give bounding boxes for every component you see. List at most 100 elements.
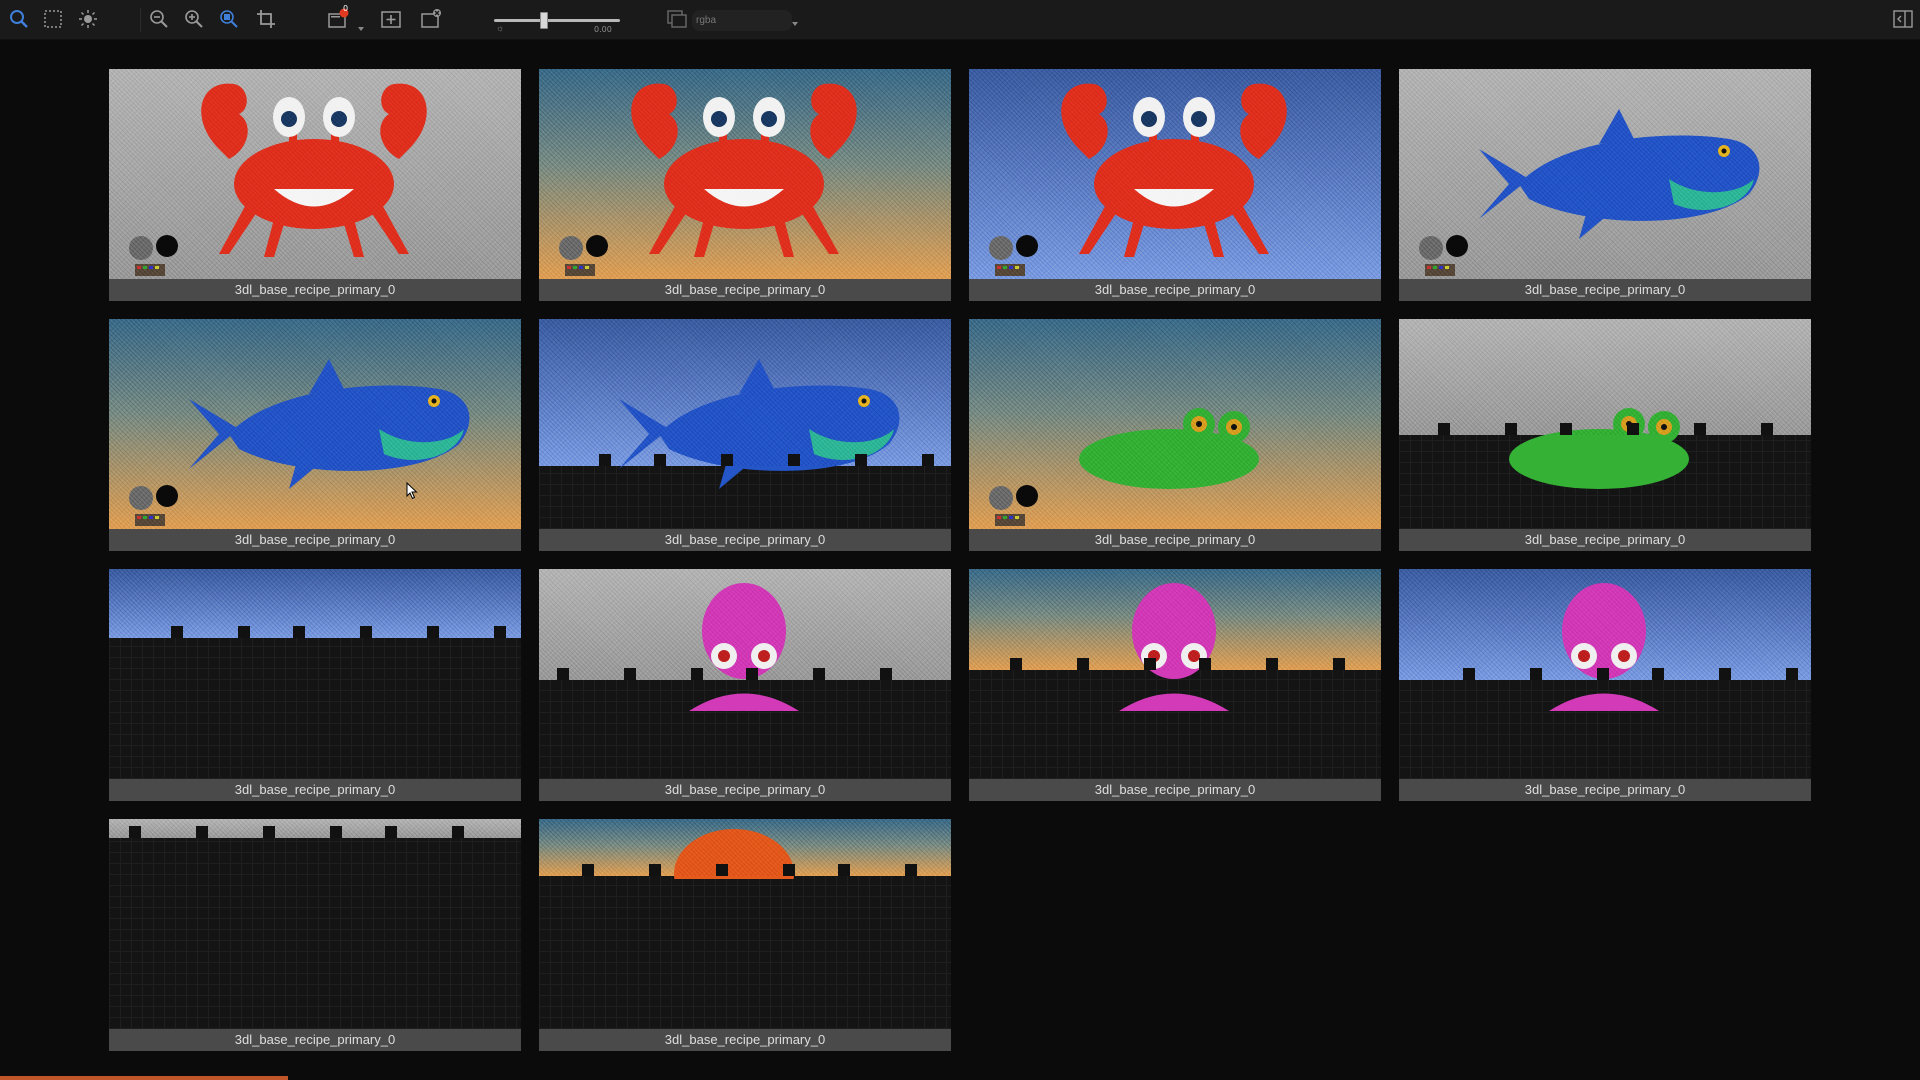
unrendered-bucket	[905, 864, 917, 876]
unrendered-bucket	[746, 668, 758, 680]
unrendered-bucket	[880, 668, 892, 680]
unrendered-bucket	[716, 864, 728, 876]
unrendered-bucket	[582, 864, 594, 876]
thumbnail-caption: 3dl_base_recipe_primary_0	[109, 279, 521, 301]
unrendered-bucket	[1530, 668, 1542, 680]
channel-layers-icon[interactable]	[666, 9, 690, 31]
unrendered-bucket	[1144, 658, 1156, 670]
unrendered-bucket	[691, 668, 703, 680]
render-thumbnail[interactable]: 3dl_base_recipe_primary_0	[539, 569, 951, 801]
notification-badge: 0	[343, 4, 349, 13]
panel-toggle-icon[interactable]	[1892, 8, 1914, 30]
exposure-slider-track[interactable]	[494, 19, 620, 22]
unrendered-bucket	[649, 864, 661, 876]
exposure-icon[interactable]	[75, 6, 101, 32]
render-preview-image	[969, 319, 1381, 529]
crop-icon[interactable]	[253, 6, 279, 32]
thumbnail-caption: 3dl_base_recipe_primary_0	[1399, 779, 1811, 801]
unrendered-bucket	[1652, 668, 1664, 680]
render-preview-image	[109, 69, 521, 279]
unrendered-bucket	[838, 864, 850, 876]
render-thumbnail[interactable]: 3dl_base_recipe_primary_0	[109, 319, 521, 551]
render-preview-image	[1399, 319, 1811, 489]
unrendered-bucket	[721, 454, 733, 466]
unrendered-bucket	[263, 826, 275, 838]
unrendered-bucket	[129, 826, 141, 838]
zoom-out-icon[interactable]	[146, 6, 172, 32]
unrendered-bucket	[1694, 423, 1706, 435]
render-preview-image	[539, 69, 951, 279]
render-thumbnail[interactable]: 3dl_base_recipe_primary_0	[539, 69, 951, 301]
zoom-tool-icon[interactable]	[6, 6, 32, 32]
render-progress-fill	[0, 1076, 288, 1080]
render-preview-image	[539, 569, 951, 711]
render-preview-image	[969, 69, 1381, 279]
unrendered-bucket	[1438, 423, 1450, 435]
thumbnail-caption: 3dl_base_recipe_primary_0	[109, 779, 521, 801]
marquee-select-icon[interactable]	[40, 6, 66, 32]
unrendered-bucket	[330, 826, 342, 838]
unrendered-bucket	[855, 454, 867, 466]
unrendered-bucket	[1463, 668, 1475, 680]
render-thumbnail[interactable]: 3dl_base_recipe_primary_0	[1399, 569, 1811, 801]
mouse-cursor-icon	[406, 482, 418, 500]
thumbnail-caption: 3dl_base_recipe_primary_0	[969, 529, 1381, 551]
render-thumbnail[interactable]: 3dl_base_recipe_primary_0	[109, 69, 521, 301]
unrendered-bucket	[385, 826, 397, 838]
render-thumbnail[interactable]: 3dl_base_recipe_primary_0	[109, 819, 521, 1051]
unrendered-bucket	[360, 626, 372, 638]
render-progress-bar	[0, 1076, 1920, 1080]
unrendered-bucket	[1077, 658, 1089, 670]
unrendered-bucket	[1761, 423, 1773, 435]
render-thumbnail[interactable]: 3dl_base_recipe_primary_0	[109, 569, 521, 801]
render-thumbnail[interactable]: 3dl_base_recipe_primary_0	[539, 319, 951, 551]
zoom-fit-icon[interactable]	[216, 6, 242, 32]
thumbnail-caption: 3dl_base_recipe_primary_0	[539, 1029, 951, 1051]
render-thumbnail[interactable]: 3dl_base_recipe_primary_0	[1399, 69, 1811, 301]
toolbar-divider	[140, 8, 141, 32]
unrendered-bucket	[427, 626, 439, 638]
unrendered-bucket	[1627, 423, 1639, 435]
unrendered-bucket	[599, 454, 611, 466]
exposure-min-icon: ☼	[496, 23, 505, 33]
render-thumbnail[interactable]: 3dl_base_recipe_primary_0	[539, 819, 951, 1051]
zoom-in-icon[interactable]	[181, 6, 207, 32]
unrendered-bucket	[1010, 658, 1022, 670]
unrendered-bucket	[171, 626, 183, 638]
remove-viewport-icon[interactable]	[418, 6, 444, 32]
thumbnail-caption: 3dl_base_recipe_primary_0	[109, 1029, 521, 1051]
exposure-value: 0.00	[594, 25, 612, 34]
render-preview-image	[539, 319, 951, 489]
thumbnail-caption: 3dl_base_recipe_primary_0	[539, 779, 951, 801]
unrendered-bucket	[922, 454, 934, 466]
unrendered-bucket	[788, 454, 800, 466]
unrendered-bucket	[196, 826, 208, 838]
unrendered-bucket	[557, 668, 569, 680]
unrendered-bucket	[1505, 423, 1517, 435]
unrendered-bucket	[813, 668, 825, 680]
render-preview-image	[1399, 569, 1811, 711]
chevron-down-icon[interactable]	[792, 22, 798, 26]
unrendered-bucket	[783, 864, 795, 876]
thumbnail-caption: 3dl_base_recipe_primary_0	[109, 529, 521, 551]
snapshot-menu-caret[interactable]	[358, 27, 364, 31]
exposure-slider-handle[interactable]	[540, 12, 549, 29]
thumbnail-caption: 3dl_base_recipe_primary_0	[969, 779, 1381, 801]
unrendered-bucket	[1199, 658, 1211, 670]
render-thumbnail[interactable]: 3dl_base_recipe_primary_0	[1399, 319, 1811, 551]
unrendered-bucket	[452, 826, 464, 838]
add-viewport-icon[interactable]	[378, 6, 404, 32]
thumbnail-caption: 3dl_base_recipe_primary_0	[539, 279, 951, 301]
unrendered-bucket	[1333, 658, 1345, 670]
render-thumbnail[interactable]: 3dl_base_recipe_primary_0	[969, 319, 1381, 551]
unrendered-bucket	[1719, 668, 1731, 680]
render-preview-image	[109, 319, 521, 529]
render-preview-image	[969, 569, 1381, 711]
unrendered-bucket	[1597, 668, 1609, 680]
unrendered-bucket	[1266, 658, 1278, 670]
channel-select[interactable]: rgba	[692, 10, 792, 31]
thumbnail-caption: 3dl_base_recipe_primary_0	[539, 529, 951, 551]
render-thumbnail[interactable]: 3dl_base_recipe_primary_0	[969, 69, 1381, 301]
unrendered-bucket	[238, 626, 250, 638]
render-thumbnail[interactable]: 3dl_base_recipe_primary_0	[969, 569, 1381, 801]
